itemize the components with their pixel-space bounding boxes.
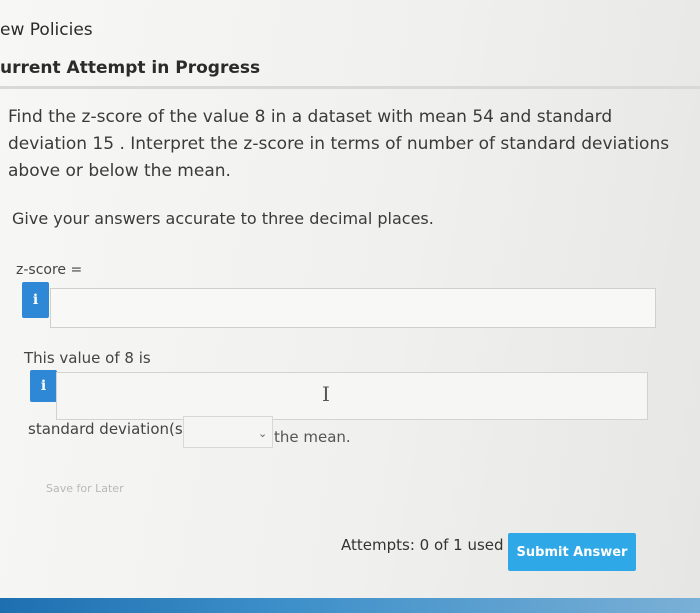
submit-answer-button[interactable]: Submit Answer (508, 533, 636, 571)
text-cursor-icon: I (322, 382, 330, 406)
view-policies-link[interactable]: ew Policies (0, 20, 93, 40)
zscore-label: z-score = (16, 262, 83, 278)
question-text: Find the z-score of the value 8 in a dat… (8, 107, 670, 181)
info-icon: i (32, 292, 39, 308)
attempts-counter: Attempts: 0 of 1 used (341, 536, 504, 554)
attempt-status-title: urrent Attempt in Progress (0, 58, 261, 78)
save-for-later-link[interactable]: Save for Later (46, 482, 124, 495)
interpretation-info-button[interactable]: i (30, 370, 57, 402)
interpretation-label: This value of 8 is (24, 349, 151, 367)
chevron-down-icon[interactable]: ⌄ (258, 427, 267, 440)
zscore-input[interactable] (50, 288, 656, 328)
standard-deviations-label: standard deviation(s) (28, 420, 189, 438)
the-mean-label: the mean. (274, 428, 351, 446)
info-icon: i (40, 378, 47, 394)
zscore-info-button[interactable]: i (22, 282, 49, 318)
header-divider (0, 86, 700, 89)
question-instruction: Give your answers accurate to three deci… (12, 209, 434, 228)
interpretation-input[interactable] (56, 372, 648, 420)
taskbar-strip (0, 598, 700, 613)
